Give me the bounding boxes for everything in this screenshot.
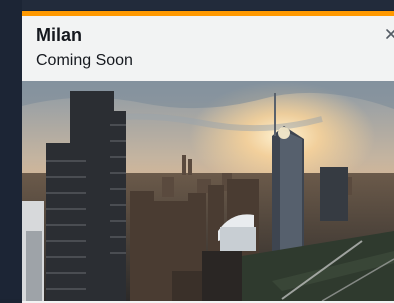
city-info-popup: Milan Coming Soon <box>22 11 394 303</box>
close-icon[interactable] <box>384 27 394 41</box>
popup-status: Coming Soon <box>36 52 133 69</box>
popup-accent-bar <box>22 11 394 16</box>
popup-title: Milan <box>36 25 83 45</box>
milan-skyline-photo <box>22 81 394 301</box>
page-sidebar-edge <box>0 0 22 299</box>
page-background <box>0 0 394 10</box>
